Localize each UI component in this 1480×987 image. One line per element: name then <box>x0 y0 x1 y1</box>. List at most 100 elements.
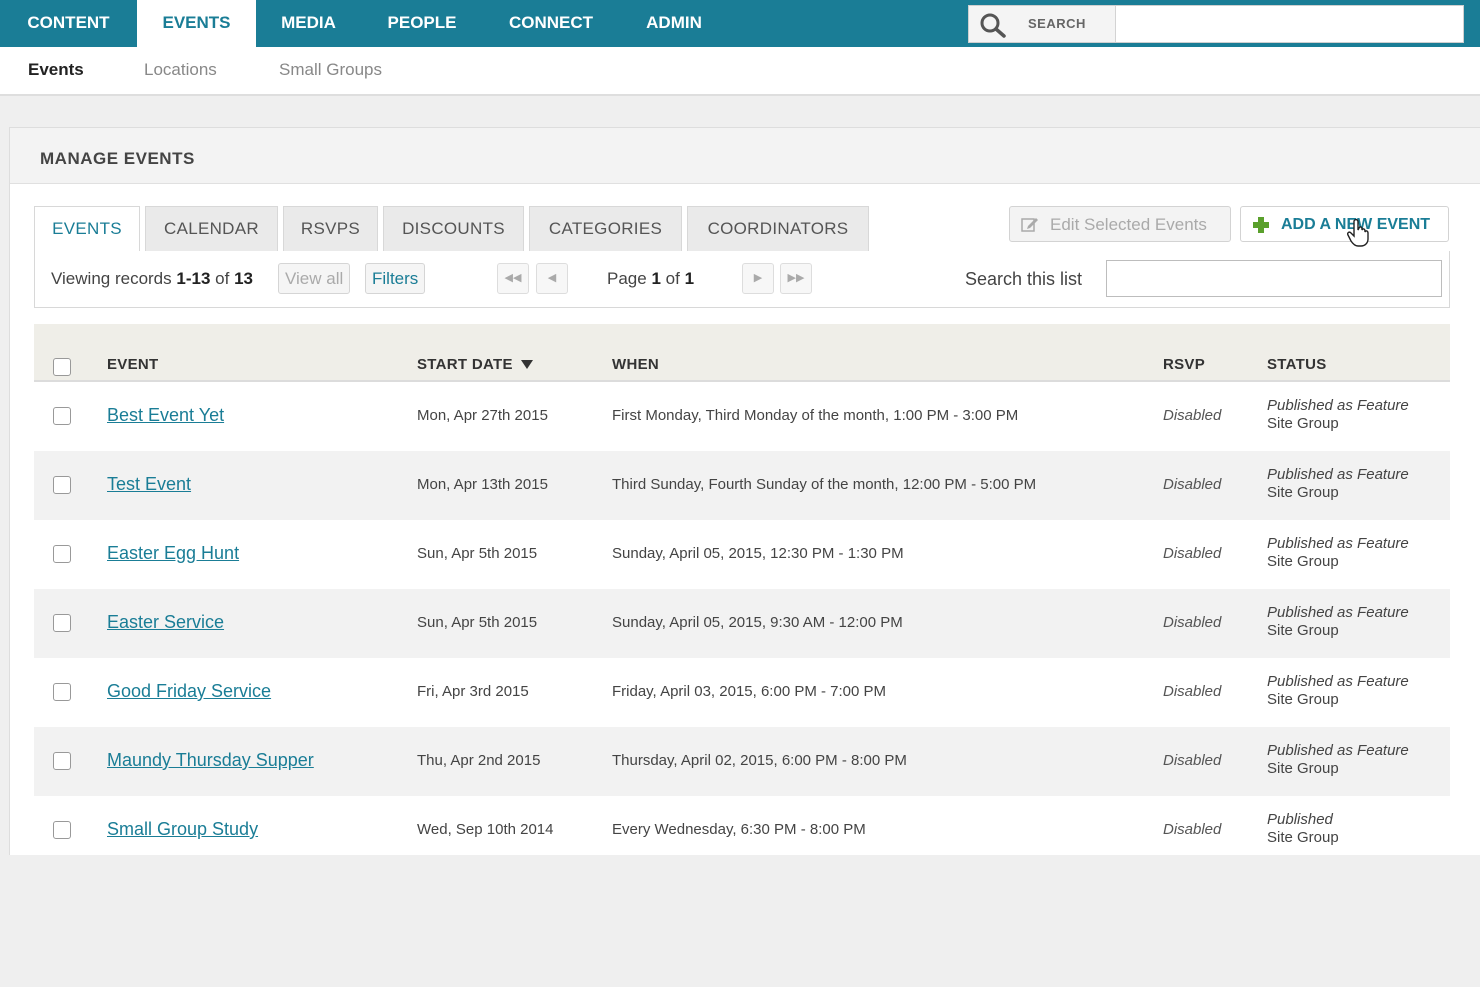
event-rsvp: Disabled <box>1163 545 1222 562</box>
event-start-date: Sun, Apr 5th 2015 <box>417 545 538 562</box>
tab-categories[interactable]: CATEGORIES <box>529 206 682 252</box>
search-icon <box>980 13 1006 38</box>
col-event[interactable]: EVENT <box>107 356 159 373</box>
tab-rsvps[interactable]: RSVPS <box>283 206 378 252</box>
page-title: MANAGE EVENTS <box>40 149 195 168</box>
event-link[interactable]: Good Friday Service <box>107 681 271 702</box>
tab-calendar[interactable]: CALENDAR <box>145 206 278 252</box>
records-of: of <box>215 269 230 288</box>
hand-cursor-icon <box>1347 219 1369 247</box>
col-status[interactable]: STATUS <box>1267 356 1327 373</box>
edit-icon <box>1021 218 1038 232</box>
nav-events[interactable]: EVENTS <box>137 0 256 47</box>
event-start-date: Mon, Apr 27th 2015 <box>417 407 548 424</box>
event-status-primary: Published as Feature <box>1267 535 1409 552</box>
event-link[interactable]: Easter Service <box>107 612 224 633</box>
manage-events-panel: MANAGE EVENTS EVENTS CALENDAR RSVPS DISC… <box>9 127 1480 855</box>
event-status-primary: Published as Feature <box>1267 604 1409 621</box>
add-new-event-button[interactable]: ADD A NEW EVENT <box>1240 206 1449 242</box>
events-table-header: EVENT START DATE WHEN RSVP STATUS <box>34 324 1450 382</box>
event-status-primary: Published as Feature <box>1267 673 1409 690</box>
table-row: Maundy Thursday Supper Thu, Apr 2nd 2015… <box>34 727 1450 796</box>
row-checkbox[interactable] <box>53 683 71 701</box>
first-page-icon[interactable]: ◀◀ <box>497 263 529 294</box>
next-page-icon[interactable]: ▶ <box>742 263 774 294</box>
tab-events[interactable]: EVENTS <box>34 206 140 253</box>
event-status: Published Site Group <box>1267 811 1339 847</box>
event-start-date: Fri, Apr 3rd 2015 <box>417 683 529 700</box>
event-rsvp: Disabled <box>1163 752 1222 769</box>
event-status-group: Site Group <box>1267 829 1339 846</box>
nav-content[interactable]: CONTENT <box>0 0 137 47</box>
records-prefix: Viewing records <box>51 269 172 288</box>
table-row: Good Friday Service Fri, Apr 3rd 2015 Fr… <box>34 658 1450 727</box>
global-search-input[interactable] <box>1117 6 1462 42</box>
page-total: 1 <box>684 269 695 288</box>
event-link[interactable]: Best Event Yet <box>107 405 224 426</box>
subnav-locations[interactable]: Locations <box>144 60 217 80</box>
event-start-date: Mon, Apr 13th 2015 <box>417 476 548 493</box>
global-search-button[interactable]: SEARCH <box>969 6 1116 42</box>
col-rsvp[interactable]: RSVP <box>1163 356 1205 373</box>
event-start-date: Thu, Apr 2nd 2015 <box>417 752 541 769</box>
row-checkbox[interactable] <box>53 407 71 425</box>
page-indicator: Page 1 of 1 <box>607 269 694 289</box>
list-search-label: Search this list <box>965 269 1083 289</box>
event-rsvp: Disabled <box>1163 407 1222 424</box>
global-search: SEARCH <box>968 5 1464 43</box>
event-link[interactable]: Maundy Thursday Supper <box>107 750 314 771</box>
subnav-events[interactable]: Events <box>28 60 84 80</box>
event-rsvp: Disabled <box>1163 614 1222 631</box>
tab-discounts[interactable]: DISCOUNTS <box>383 206 524 252</box>
event-when: Sunday, April 05, 2015, 9:30 AM - 12:00 … <box>612 614 903 631</box>
records-summary: Viewing records 1-13 of 13 <box>51 269 253 289</box>
event-link[interactable]: Small Group Study <box>107 819 258 840</box>
view-all-button[interactable]: View all <box>278 263 351 294</box>
event-link[interactable]: Easter Egg Hunt <box>107 543 239 564</box>
subnav-small-groups[interactable]: Small Groups <box>279 60 382 80</box>
row-checkbox[interactable] <box>53 476 71 494</box>
event-status: Published as Feature Site Group <box>1267 466 1409 502</box>
event-status-primary: Published <box>1267 811 1333 828</box>
tab-coordinators[interactable]: COORDINATORS <box>687 206 869 252</box>
row-checkbox[interactable] <box>53 545 71 563</box>
page-prefix: Page <box>607 269 647 288</box>
event-rsvp: Disabled <box>1163 821 1222 838</box>
top-navigation: CONTENT EVENTS MEDIA PEOPLE CONNECT ADMI… <box>0 0 1480 47</box>
records-range: 1-13 <box>176 269 211 288</box>
col-when[interactable]: WHEN <box>612 356 659 373</box>
nav-admin[interactable]: ADMIN <box>628 0 720 47</box>
event-link[interactable]: Test Event <box>107 474 191 495</box>
nav-media[interactable]: MEDIA <box>263 0 354 47</box>
event-status-group: Site Group <box>1267 553 1339 570</box>
records-total: 13 <box>234 269 253 288</box>
select-all-checkbox[interactable] <box>53 358 71 376</box>
event-when: Every Wednesday, 6:30 PM - 8:00 PM <box>612 821 866 838</box>
sub-navigation: Events Locations Small Groups <box>0 47 1480 96</box>
prev-page-icon[interactable]: ◀ <box>536 263 568 294</box>
list-toolbar: Viewing records 1-13 of 13 View all Filt… <box>34 251 1450 308</box>
event-status: Published as Feature Site Group <box>1267 535 1409 571</box>
edit-selected-events-label: Edit Selected Events <box>1050 215 1207 234</box>
row-checkbox[interactable] <box>53 752 71 770</box>
table-row: Small Group Study Wed, Sep 10th 2014 Eve… <box>34 796 1450 855</box>
last-page-icon[interactable]: ▶▶ <box>780 263 812 294</box>
event-status-primary: Published as Feature <box>1267 466 1409 483</box>
event-status: Published as Feature Site Group <box>1267 673 1409 709</box>
event-rsvp: Disabled <box>1163 683 1222 700</box>
event-status: Published as Feature Site Group <box>1267 604 1409 640</box>
nav-people[interactable]: PEOPLE <box>366 0 478 47</box>
page-of: of <box>665 269 680 288</box>
row-checkbox[interactable] <box>53 821 71 839</box>
edit-selected-events-button[interactable]: Edit Selected Events <box>1009 206 1231 242</box>
filters-button[interactable]: Filters <box>365 263 426 294</box>
table-row: Test Event Mon, Apr 13th 2015 Third Sund… <box>34 451 1450 520</box>
nav-connect[interactable]: CONNECT <box>490 0 612 47</box>
col-start-date[interactable]: START DATE <box>417 356 534 373</box>
sort-desc-icon <box>521 360 534 369</box>
event-when: Thursday, April 02, 2015, 6:00 PM - 8:00… <box>612 752 907 769</box>
list-search-input[interactable] <box>1106 260 1442 297</box>
event-start-date: Wed, Sep 10th 2014 <box>417 821 554 838</box>
event-status: Published as Feature Site Group <box>1267 742 1409 778</box>
row-checkbox[interactable] <box>53 614 71 632</box>
